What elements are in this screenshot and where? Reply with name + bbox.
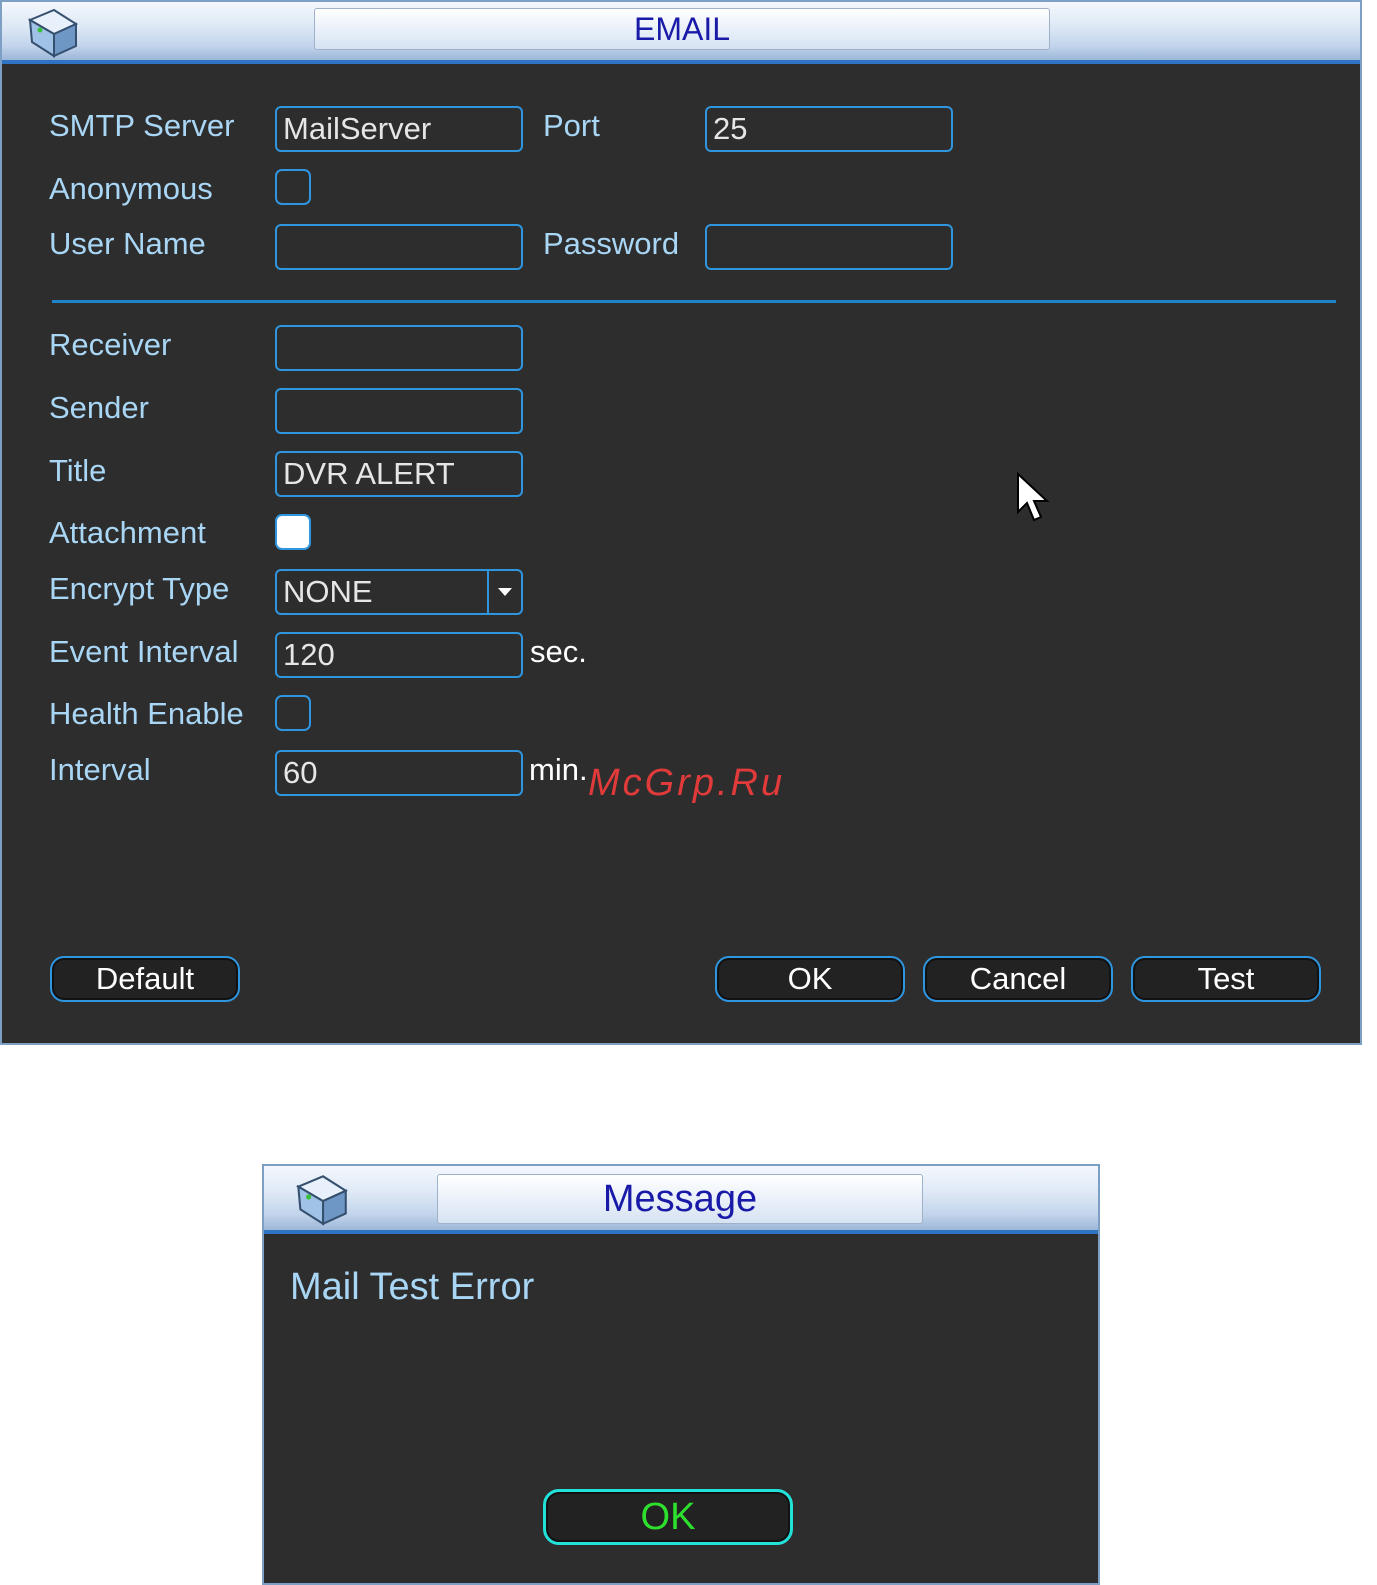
- test-button[interactable]: Test: [1131, 956, 1321, 1002]
- title-label: Title: [49, 453, 107, 488]
- watermark: McGrp.Ru: [588, 762, 786, 804]
- interval-unit: min.: [529, 752, 588, 787]
- window-title: EMAIL: [314, 8, 1050, 50]
- mouse-cursor-icon: [1017, 472, 1050, 522]
- user-name-input[interactable]: [275, 224, 523, 270]
- user-name-label: User Name: [49, 226, 206, 261]
- attachment-label: Attachment: [49, 515, 206, 550]
- section-divider: [52, 300, 1336, 303]
- ok-button[interactable]: OK: [715, 956, 905, 1002]
- title-input[interactable]: [275, 451, 523, 497]
- encrypt-type-select[interactable]: NONE: [275, 569, 523, 615]
- email-window: EMAIL SMTP Server Port Anonymous User Na…: [0, 0, 1362, 1045]
- message-title: Message: [437, 1174, 923, 1224]
- health-enable-checkbox[interactable]: [275, 695, 311, 731]
- sender-input[interactable]: [275, 388, 523, 434]
- password-input[interactable]: [705, 224, 953, 270]
- receiver-input[interactable]: [275, 325, 523, 371]
- app-icon: [27, 8, 79, 58]
- anonymous-checkbox[interactable]: [275, 169, 311, 205]
- anonymous-label: Anonymous: [49, 171, 213, 206]
- dropdown-arrow-icon[interactable]: [487, 571, 521, 613]
- message-text: Mail Test Error: [290, 1266, 535, 1308]
- event-interval-input[interactable]: [275, 632, 523, 678]
- smtp-server-label: SMTP Server: [49, 108, 235, 143]
- health-enable-label: Health Enable: [49, 696, 244, 731]
- receiver-label: Receiver: [49, 327, 172, 362]
- app-icon: [296, 1175, 348, 1226]
- encrypt-type-label: Encrypt Type: [49, 571, 230, 606]
- interval-input[interactable]: [275, 750, 523, 796]
- sender-label: Sender: [49, 390, 149, 425]
- smtp-server-input[interactable]: [275, 106, 523, 152]
- event-interval-label: Event Interval: [49, 634, 239, 669]
- encrypt-type-value: NONE: [283, 574, 373, 609]
- event-interval-unit: sec.: [530, 634, 587, 669]
- email-titlebar[interactable]: EMAIL: [2, 2, 1360, 64]
- password-label: Password: [543, 226, 680, 261]
- port-label: Port: [543, 108, 600, 143]
- interval-label: Interval: [49, 752, 151, 787]
- port-input[interactable]: [705, 106, 953, 152]
- attachment-checkbox[interactable]: [275, 514, 311, 550]
- cancel-button[interactable]: Cancel: [923, 956, 1113, 1002]
- message-ok-button[interactable]: OK: [543, 1489, 793, 1545]
- message-window: Message Mail Test Error OK: [262, 1164, 1100, 1585]
- message-titlebar[interactable]: Message: [264, 1166, 1098, 1234]
- default-button[interactable]: Default: [50, 956, 240, 1002]
